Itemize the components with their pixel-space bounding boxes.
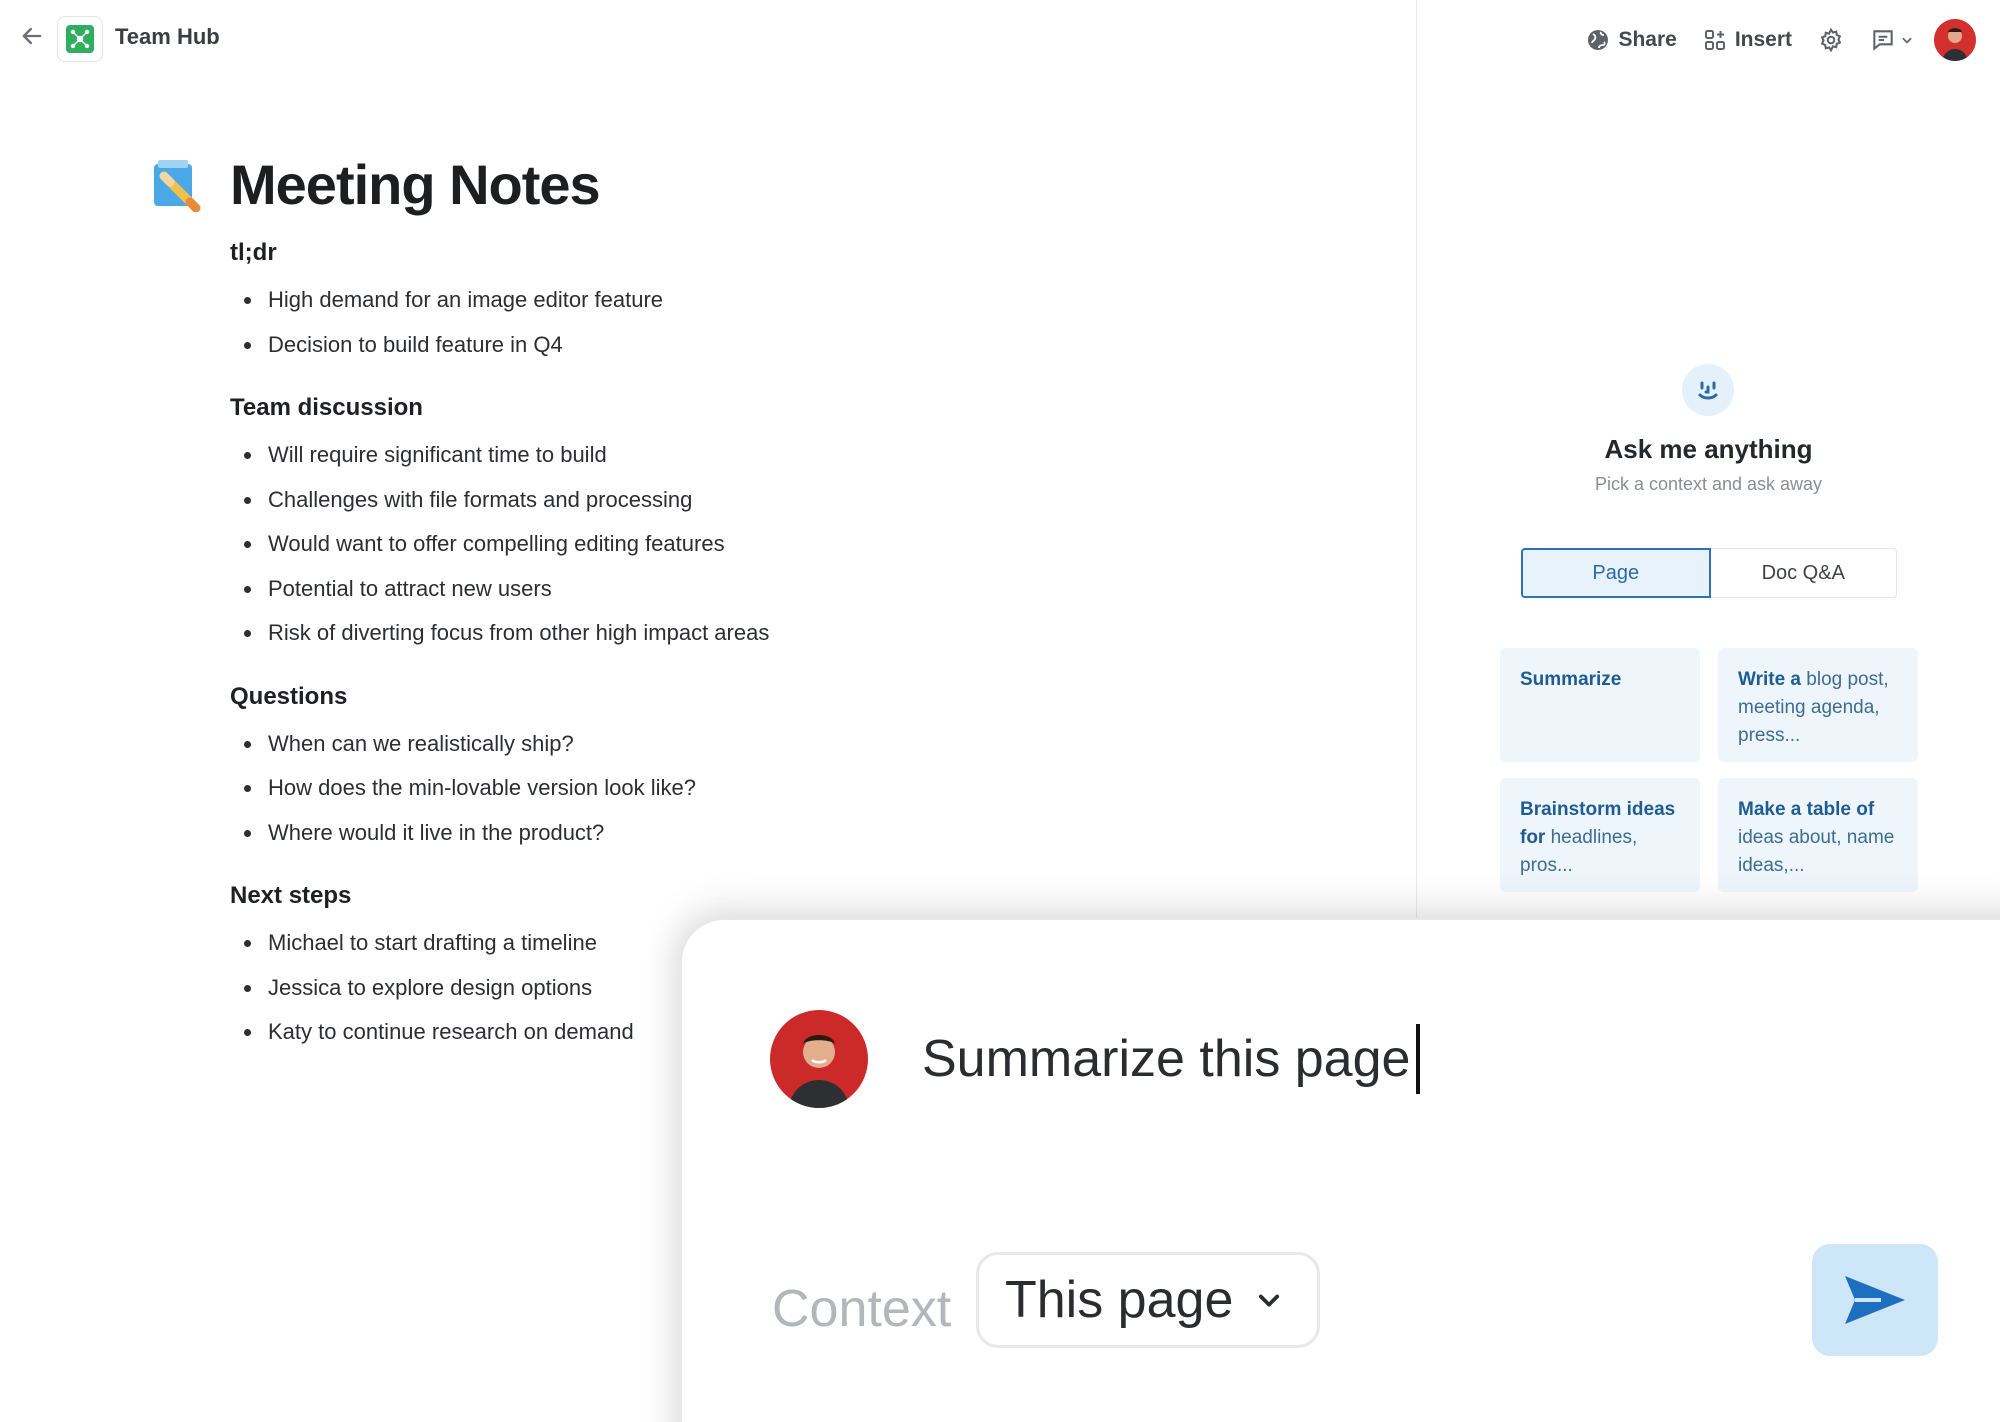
context-tabs: Page Doc Q&A (1521, 548, 1897, 598)
suggestion-card-brainstorm[interactable]: Brainstorm ideas for headlines, pros... (1500, 778, 1700, 892)
suggestion-card-write[interactable]: Write a blog post, meeting agenda, press… (1718, 648, 1918, 762)
prompt-composer: Summarize this page Context This page (680, 918, 2000, 1422)
memo-pencil-icon (154, 160, 201, 212)
tab-doc-qa[interactable]: Doc Q&A (1710, 548, 1897, 598)
list-item[interactable]: Risk of diverting focus from other high … (230, 613, 1330, 658)
page-title[interactable]: Meeting Notes (230, 150, 601, 220)
context-select-value: This page (1005, 1271, 1234, 1329)
card-action: Write a (1738, 669, 1802, 690)
bullet-list-questions: When can we realistically ship? How does… (230, 724, 1330, 858)
assistant-title: Ask me anything (1604, 434, 1813, 464)
section-heading-next-steps[interactable]: Next steps (230, 881, 1330, 911)
prompt-input[interactable]: Summarize this page (922, 1024, 1421, 1094)
card-action: Summarize (1520, 669, 1622, 690)
send-icon (1845, 1276, 1905, 1324)
hub-logo-icon (66, 25, 94, 53)
list-item[interactable]: When can we realistically ship? (230, 724, 1330, 769)
hub-title[interactable]: Team Hub (115, 22, 220, 52)
suggestion-card-table[interactable]: Make a table of ideas about, name ideas,… (1718, 778, 1918, 892)
list-item[interactable]: Would want to offer compelling editing f… (230, 524, 1330, 569)
suggestion-cards: Summarize Write a blog post, meeting age… (1500, 648, 1920, 892)
list-item[interactable]: Potential to attract new users (230, 569, 1330, 614)
avatar-icon (770, 1010, 868, 1108)
list-item[interactable]: How does the min-lovable version look li… (230, 768, 1330, 813)
bullet-list-tldr: High demand for an image editor feature … (230, 280, 1330, 369)
send-button[interactable] (1812, 1244, 1938, 1356)
list-item[interactable]: High demand for an image editor feature (230, 280, 1330, 325)
text-caret (1416, 1024, 1421, 1094)
card-detail: ideas about, name ideas,... (1738, 827, 1895, 876)
back-button[interactable] (18, 22, 46, 50)
prompt-input-value: Summarize this page (922, 1030, 1411, 1088)
list-item[interactable]: Will require significant time to build (230, 435, 1330, 480)
list-item[interactable]: Challenges with file formats and process… (230, 480, 1330, 525)
avatar (770, 1010, 868, 1108)
bullet-list-team-discussion: Will require significant time to build C… (230, 435, 1330, 658)
section-heading-team-discussion[interactable]: Team discussion (230, 393, 1330, 423)
tab-page[interactable]: Page (1521, 548, 1711, 598)
assistant-face-icon (1682, 364, 1734, 416)
arrow-left-icon (22, 27, 42, 45)
chevron-down-icon (1259, 1294, 1280, 1307)
section-heading-tldr[interactable]: tl;dr (230, 238, 1330, 268)
list-item[interactable]: Where would it live in the product? (230, 813, 1330, 858)
assistant-panel: Ask me anything Pick a context and ask a… (1417, 0, 2000, 920)
hub-logo[interactable] (57, 16, 103, 62)
context-select[interactable]: This page (976, 1252, 1320, 1348)
context-label: Context (772, 1280, 952, 1338)
section-heading-questions[interactable]: Questions (230, 682, 1330, 712)
card-action: Make a table of (1738, 799, 1875, 820)
assistant-subtitle: Pick a context and ask away (1594, 474, 1823, 494)
list-item[interactable]: Decision to build feature in Q4 (230, 325, 1330, 370)
suggestion-card-summarize[interactable]: Summarize (1500, 648, 1700, 762)
